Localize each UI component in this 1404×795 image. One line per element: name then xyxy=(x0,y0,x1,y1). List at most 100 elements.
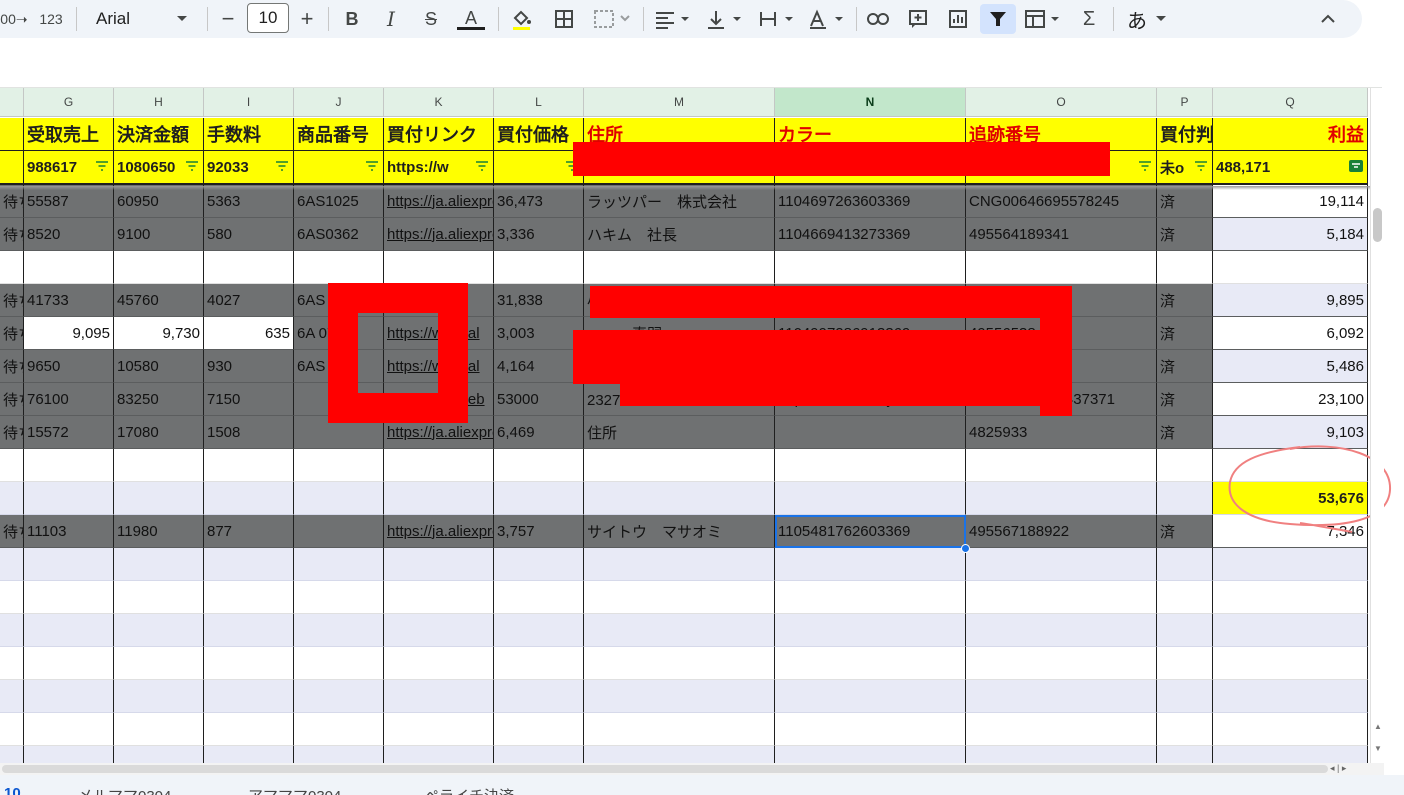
cell-m[interactable] xyxy=(584,746,775,763)
cell-n[interactable] xyxy=(775,482,966,515)
cell-j[interactable] xyxy=(294,746,384,763)
column-header[interactable]: L xyxy=(494,88,584,117)
borders-button[interactable] xyxy=(551,4,577,34)
cell-l[interactable] xyxy=(494,680,584,713)
cell-l[interactable]: 31,838 xyxy=(494,284,584,317)
cell-j[interactable] xyxy=(294,647,384,680)
cell-q[interactable] xyxy=(1213,680,1368,713)
cell-n[interactable] xyxy=(775,614,966,647)
vertical-scroll-thumb[interactable] xyxy=(1373,208,1382,242)
cell-p[interactable]: 済 xyxy=(1157,218,1213,251)
cell-k[interactable] xyxy=(384,548,494,581)
cell-q[interactable] xyxy=(1213,251,1368,284)
cell-h[interactable]: 45760 xyxy=(114,284,204,317)
cell-k[interactable] xyxy=(384,482,494,515)
vertical-align-button[interactable] xyxy=(704,4,746,34)
cell-a[interactable] xyxy=(0,713,24,746)
column-header[interactable]: M xyxy=(584,88,775,117)
column-header[interactable]: K xyxy=(384,88,494,117)
cell-g[interactable] xyxy=(24,746,114,763)
cell-g[interactable] xyxy=(24,713,114,746)
cell-a[interactable] xyxy=(0,581,24,614)
cell-n[interactable] xyxy=(775,746,966,763)
cell-k[interactable] xyxy=(384,581,494,614)
cell-n[interactable] xyxy=(775,581,966,614)
column-header[interactable]: G xyxy=(24,88,114,117)
insert-link-button[interactable] xyxy=(865,4,891,34)
cell-g[interactable] xyxy=(24,548,114,581)
cell-q[interactable] xyxy=(1213,647,1368,680)
cell-m[interactable] xyxy=(584,251,775,284)
cell-l[interactable] xyxy=(494,449,584,482)
cell-j[interactable] xyxy=(294,713,384,746)
cell-g[interactable] xyxy=(24,647,114,680)
filter-dropdown-icon[interactable] xyxy=(95,160,109,172)
cell-q[interactable] xyxy=(1213,614,1368,647)
cell-p[interactable]: 済 xyxy=(1157,515,1213,548)
strikethrough-button[interactable]: S xyxy=(419,4,443,34)
cell-n[interactable] xyxy=(775,647,966,680)
cell-l[interactable]: 53000 xyxy=(494,383,584,416)
cell-g[interactable]: 受取売上 xyxy=(24,118,114,151)
cell-g[interactable]: 76100 xyxy=(24,383,114,416)
cell-o[interactable] xyxy=(966,746,1157,763)
filter-active-icon[interactable] xyxy=(1349,160,1363,172)
cell-p[interactable] xyxy=(1157,581,1213,614)
cell-l[interactable] xyxy=(494,614,584,647)
fill-handle[interactable] xyxy=(961,544,970,553)
cell-h[interactable] xyxy=(114,581,204,614)
cell-g[interactable]: 41733 xyxy=(24,284,114,317)
cell-n[interactable] xyxy=(775,251,966,284)
cell-q[interactable] xyxy=(1213,746,1368,763)
cell-o[interactable] xyxy=(966,581,1157,614)
cell-g[interactable]: 9,095 xyxy=(24,317,114,350)
filter-dropdown-icon[interactable] xyxy=(185,160,199,172)
font-size-decrease-button[interactable]: − xyxy=(216,4,240,34)
filter-dropdown-icon[interactable] xyxy=(275,160,289,172)
fill-color-button[interactable] xyxy=(508,4,534,34)
cell-k[interactable] xyxy=(384,713,494,746)
cell-o[interactable]: 4825933 xyxy=(966,416,1157,449)
cell-k[interactable]: https://ja.aliexpress xyxy=(384,515,494,548)
cell-o[interactable] xyxy=(966,251,1157,284)
column-header[interactable]: P xyxy=(1157,88,1213,117)
cell-l[interactable]: 3,003 xyxy=(494,317,584,350)
cell-g[interactable]: 988617 xyxy=(24,151,114,185)
cell-a[interactable]: 待ち xyxy=(0,218,24,251)
vertical-scrollbar[interactable]: ▲ ▼ xyxy=(1370,88,1384,763)
cell-h[interactable] xyxy=(114,482,204,515)
font-size-increase-button[interactable]: + xyxy=(295,4,319,34)
column-header[interactable]: H xyxy=(114,88,204,117)
sheet-tab[interactable]: メルママ0304 xyxy=(78,785,171,795)
cell-n[interactable] xyxy=(775,680,966,713)
filter-dropdown-icon[interactable] xyxy=(365,160,379,172)
cell-a[interactable] xyxy=(0,746,24,763)
cell-o[interactable] xyxy=(966,482,1157,515)
cell-h[interactable]: 1080650 xyxy=(114,151,204,185)
cell-j[interactable] xyxy=(294,449,384,482)
filter-button[interactable] xyxy=(980,4,1016,34)
cell-h[interactable]: 17080 xyxy=(114,416,204,449)
cell-o[interactable]: 495567188922 xyxy=(966,515,1157,548)
horizontal-scrollbar[interactable]: ◂ | ▸ xyxy=(0,763,1384,775)
cell-a[interactable]: 待ち xyxy=(0,383,24,416)
cell-m[interactable] xyxy=(584,647,775,680)
cell-k[interactable] xyxy=(384,647,494,680)
cell-m[interactable] xyxy=(584,581,775,614)
cell-i[interactable]: 4027 xyxy=(204,284,294,317)
cell-h[interactable]: 10580 xyxy=(114,350,204,383)
cell-n[interactable] xyxy=(775,548,966,581)
cell-a[interactable]: 待ち xyxy=(0,350,24,383)
cell-q[interactable] xyxy=(1213,713,1368,746)
input-tools-button[interactable]: あ xyxy=(1122,4,1172,34)
cell-h[interactable]: 11980 xyxy=(114,515,204,548)
cell-i[interactable] xyxy=(204,581,294,614)
cell-p[interactable]: 済 xyxy=(1157,284,1213,317)
cell-j[interactable] xyxy=(294,251,384,284)
format-number-button[interactable]: 123 xyxy=(34,4,68,34)
cell-h[interactable] xyxy=(114,647,204,680)
cell-q[interactable]: 9,103 xyxy=(1213,416,1368,449)
cell-q[interactable]: 53,676 xyxy=(1213,482,1368,515)
cell-i[interactable] xyxy=(204,680,294,713)
cell-j[interactable]: 商品番号 xyxy=(294,118,384,151)
